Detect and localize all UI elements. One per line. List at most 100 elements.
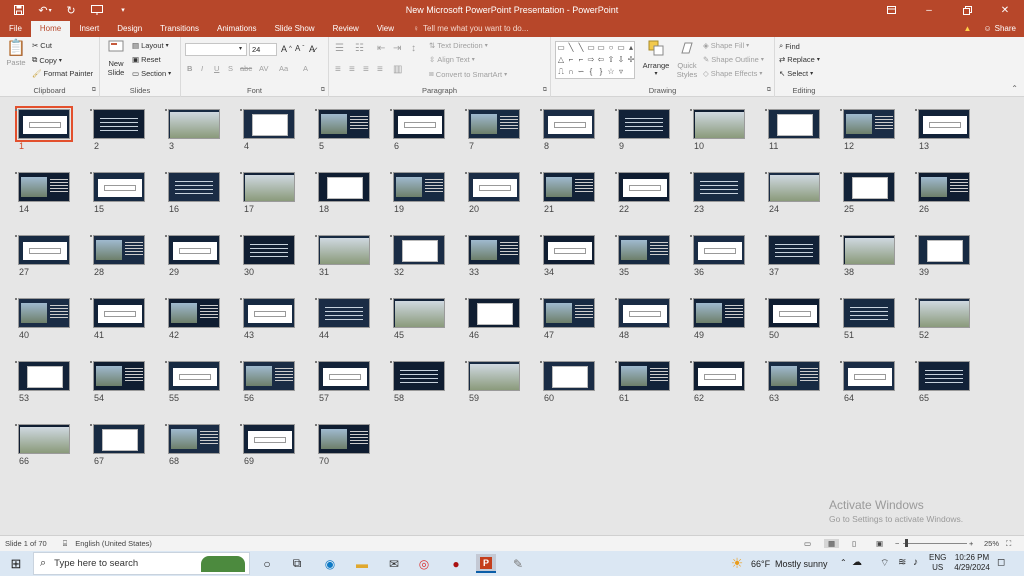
cut-button[interactable]: ✂ Cut <box>32 41 52 50</box>
new-slide-button[interactable]: New Slide <box>104 40 128 77</box>
slide-thumbnail[interactable]: 65 <box>915 361 970 403</box>
shapes-gallery[interactable]: ▭ ╲ ╲ ▭ ▭ ○ ▭ ▴ △ ⌐ ⌐ ⇨ ⇦ ⇧ ⇩ ✢ ⎍ ∩ ∽{} ☆ ▿ <box>555 41 635 79</box>
character-spacing-icon[interactable]: AV <box>259 64 268 73</box>
slide-thumbnail[interactable]: 56 <box>240 361 295 403</box>
slide-thumbnail[interactable]: 24 <box>765 172 820 214</box>
slide-thumbnail[interactable]: 3 <box>165 109 220 151</box>
align-right-icon[interactable]: ≡ <box>363 64 369 75</box>
italic-icon[interactable]: I <box>201 64 203 73</box>
present-from-start-icon[interactable] <box>84 0 110 20</box>
align-text-button[interactable]: ⇳ Align Text ▾ <box>429 55 475 64</box>
close-icon[interactable]: ✕ <box>986 0 1024 20</box>
slide-thumbnail[interactable]: 30 <box>240 235 295 277</box>
tab-slide-show[interactable]: Slide Show <box>266 20 324 37</box>
font-name-field[interactable] <box>185 43 247 56</box>
slide-thumbnail[interactable]: 31 <box>315 235 370 277</box>
slide-thumbnail[interactable]: 70 <box>315 424 370 466</box>
file-explorer-icon[interactable]: ▬ <box>352 554 372 573</box>
powerpoint-taskbar-icon[interactable]: P <box>476 554 496 573</box>
slide-thumbnail[interactable]: 35 <box>615 235 670 277</box>
drawing-dialog-launcher-icon[interactable]: ⧉ <box>767 87 771 94</box>
slide-thumbnail[interactable]: 22 <box>615 172 670 214</box>
slide-thumbnail[interactable]: 45 <box>390 298 445 340</box>
notifications-icon[interactable]: ◻ <box>997 557 1005 568</box>
taskbar-search[interactable]: ⌕ Type here to search <box>33 552 250 575</box>
save-icon[interactable] <box>6 0 32 20</box>
slide-thumbnail[interactable]: 7 <box>465 109 520 151</box>
tab-file[interactable]: File <box>0 20 31 37</box>
paste-button[interactable]: 📋 Paste <box>5 40 27 67</box>
increase-font-size-icon[interactable]: A ^ <box>281 44 292 54</box>
input-language[interactable]: ENG US <box>929 553 946 573</box>
slide-thumbnail[interactable]: 63 <box>765 361 820 403</box>
slide-thumbnail[interactable]: 34 <box>540 235 595 277</box>
ribbon-display-options-icon[interactable] <box>872 0 910 20</box>
cloud-icon[interactable]: ☁ <box>852 557 862 568</box>
dialog-launcher-icon[interactable]: ⧉ <box>92 87 96 94</box>
slide-thumbnail[interactable]: 67 <box>90 424 145 466</box>
slide-thumbnail[interactable]: 18 <box>315 172 370 214</box>
tray-overflow-icon[interactable]: ⌃ <box>840 558 847 567</box>
text-direction-button[interactable]: ⇅ Text Direction ▾ <box>429 41 488 50</box>
slide-thumbnail[interactable]: 13 <box>915 109 970 151</box>
bold-icon[interactable]: B <box>187 64 192 73</box>
fit-to-window-icon[interactable]: ⛶ <box>1006 539 1011 549</box>
increase-indent-icon[interactable]: ⇥ <box>393 43 401 54</box>
shape-effects-button[interactable]: ◇ Shape Effects ▾ <box>703 69 762 78</box>
slide-thumbnail[interactable]: 59 <box>465 361 520 403</box>
paragraph-dialog-launcher-icon[interactable]: ⧉ <box>543 87 547 94</box>
slide-thumbnail[interactable]: 50 <box>765 298 820 340</box>
slide-thumbnail[interactable]: 23 <box>690 172 745 214</box>
slide-thumbnail[interactable]: 11 <box>765 109 820 151</box>
tab-home[interactable]: Home <box>30 21 71 37</box>
slide-thumbnail[interactable]: 57 <box>315 361 370 403</box>
copy-button[interactable]: ⧉ Copy ▾ <box>32 55 62 65</box>
slide-thumbnail[interactable]: 26 <box>915 172 970 214</box>
reset-button[interactable]: ▣ Reset <box>132 55 161 64</box>
slide-thumbnail[interactable]: 6 <box>390 109 445 151</box>
app-icon[interactable]: ✎ <box>508 554 528 573</box>
slide-thumbnail[interactable]: 60 <box>540 361 595 403</box>
change-case-icon[interactable]: Aa <box>279 64 288 73</box>
slide-thumbnail[interactable]: 51 <box>840 298 895 340</box>
font-dialog-launcher-icon[interactable]: ⧉ <box>321 87 325 94</box>
bullets-icon[interactable]: ☰ <box>335 43 344 54</box>
slide-thumbnail[interactable]: 44 <box>315 298 370 340</box>
slide-thumbnail[interactable]: 32 <box>390 235 445 277</box>
slide-thumbnail[interactable]: 27 <box>15 235 70 277</box>
media-app-icon[interactable]: ● <box>446 554 466 573</box>
slide-thumbnail[interactable]: 2 <box>90 109 145 151</box>
shape-outline-button[interactable]: ✎ Shape Outline ▾ <box>703 55 764 64</box>
zoom-out-icon[interactable]: − <box>895 539 899 548</box>
share-button[interactable]: ☺ Share <box>983 24 1016 33</box>
slide-thumbnail[interactable]: 29 <box>165 235 220 277</box>
undo-icon[interactable]: ↶ ▾ <box>32 0 58 20</box>
font-size-field[interactable]: 24 <box>249 43 277 56</box>
slide-thumbnail[interactable]: 21 <box>540 172 595 214</box>
slide-thumbnail[interactable]: 25 <box>840 172 895 214</box>
section-button[interactable]: ▭ Section ▾ <box>132 69 171 78</box>
slide-thumbnail[interactable]: 55 <box>165 361 220 403</box>
task-view-icon[interactable]: ○ <box>257 554 277 573</box>
layout-button[interactable]: ▤ Layout ▾ <box>132 41 169 50</box>
slide-thumbnail[interactable]: 46 <box>465 298 520 340</box>
redo-icon[interactable]: ↻ <box>58 0 84 20</box>
numbering-icon[interactable]: ☷ <box>355 43 364 54</box>
tab-review[interactable]: Review <box>324 20 368 37</box>
chrome-icon[interactable]: ◎ <box>414 554 434 573</box>
reading-view-icon[interactable]: ▯ <box>852 539 856 548</box>
slide-thumbnail[interactable]: 10 <box>690 109 745 151</box>
slide-thumbnail[interactable]: 61 <box>615 361 670 403</box>
slide-thumbnail[interactable]: 33 <box>465 235 520 277</box>
select-button[interactable]: ↖ Select ▾ <box>779 69 813 78</box>
slide-thumbnail[interactable]: 28 <box>90 235 145 277</box>
zoom-level[interactable]: 25% <box>984 539 999 548</box>
slide-thumbnail[interactable]: 39 <box>915 235 970 277</box>
slide-thumbnail[interactable]: 5 <box>315 109 370 151</box>
justify-icon[interactable]: ≡ <box>377 64 383 75</box>
widgets-icon[interactable]: ⧉ <box>287 554 307 573</box>
volume-icon[interactable]: ♪ <box>913 557 918 568</box>
underline-icon[interactable]: U <box>214 64 219 73</box>
slide-show-view-icon[interactable]: ▣ <box>876 539 883 548</box>
normal-view-icon[interactable]: ▭ <box>804 539 811 548</box>
